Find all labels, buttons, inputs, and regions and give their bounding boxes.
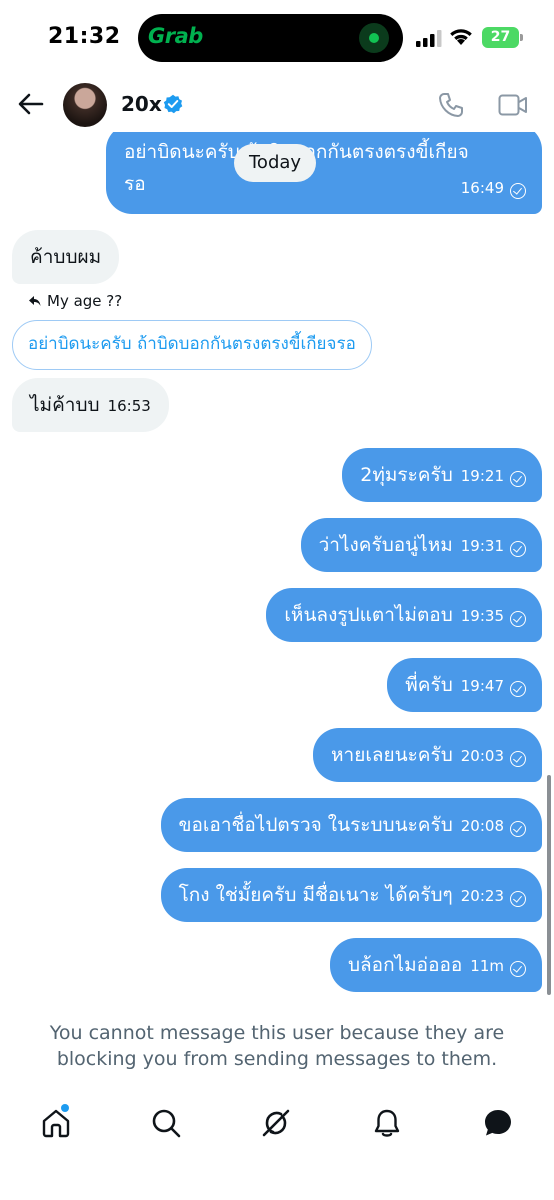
status-bar: 21:32 Grab 27 — [0, 0, 554, 76]
message-text: อย่าบิดนะครับ ถ้าบิดบอกกันตรงตรงขี้เกียจ — [124, 141, 469, 163]
message-meta: 20:08 — [461, 810, 526, 842]
date-separator: Today — [234, 144, 317, 182]
battery-level: 27 — [490, 29, 511, 45]
grab-logo: Grab — [148, 24, 203, 48]
message-meta: 19:35 — [461, 600, 526, 632]
message-bubble-outgoing[interactable]: เห็นลงรูปแตาไม่ตอบ 19:35 — [266, 588, 542, 642]
read-receipt-icon — [510, 751, 526, 767]
message-bubble-outgoing[interactable]: บล้อกไมอ่อออ 11m — [329, 938, 542, 992]
read-receipt-icon — [510, 821, 526, 837]
back-arrow-icon[interactable] — [18, 92, 44, 116]
message-meta: 16:53 — [108, 390, 151, 422]
message-bubble-outgoing[interactable]: หายเลยนะครับ 20:03 — [313, 728, 542, 782]
message-time: 11m — [470, 957, 504, 975]
message-bubble-outgoing[interactable]: พี่ครับ 19:47 — [387, 658, 542, 712]
message-time: 19:35 — [460, 607, 504, 625]
reply-label-text: My age ?? — [47, 292, 123, 310]
message-text: หายเลยนะครับ — [331, 744, 453, 766]
grok-icon[interactable] — [261, 1108, 291, 1138]
message-bubble-outgoing[interactable]: ว่าไงครับอนู่ไหม 19:31 — [300, 518, 542, 572]
message-bubble-outgoing[interactable]: ขอเอาชื่อไปตรวจ ในระบบนะครับ 20:08 — [160, 798, 542, 852]
message-text: ค้าบบผม — [30, 246, 102, 268]
message-meta: 20:23 — [461, 880, 526, 912]
verified-badge-icon — [163, 94, 183, 114]
read-receipt-icon — [510, 681, 526, 697]
message-meta: 20:03 — [461, 740, 526, 772]
message-bubble-outgoing[interactable]: 2ทุ่มระครับ 19:21 — [342, 448, 542, 502]
cellular-signal-icon — [416, 30, 442, 47]
quoted-message[interactable]: อย่าบิดนะครับ ถ้าบิดบอกกันตรงตรงขี้เกียจ… — [12, 320, 372, 370]
message-time: 16:53 — [107, 397, 151, 415]
message-thread[interactable]: อย่าบิดนะครับ ถ้าบิดบอกกันตรงตรงขี้เกียจ… — [0, 132, 554, 1012]
blocked-notice-line: You cannot message this user because the… — [49, 1022, 505, 1044]
message-text: ไม่ค้าบบ — [30, 394, 100, 416]
message-time: 19:21 — [460, 467, 504, 485]
message-meta: 19:21 — [461, 460, 526, 492]
home-icon[interactable] — [41, 1108, 71, 1138]
message-bubble-outgoing[interactable]: โกง ใช่มั้ยครับ มีชื่อเนาะ ได้ครับๆ 20:23 — [160, 868, 542, 922]
grab-activity-icon — [359, 23, 389, 53]
message-time: 20:03 — [460, 747, 504, 765]
avatar[interactable] — [63, 83, 107, 127]
home-notification-dot — [61, 1104, 69, 1112]
message-meta: 16:49 — [461, 172, 526, 204]
message-bubble-outgoing[interactable]: อย่าบิดนะครับ ถ้าบิดบอกกันตรงตรงขี้เกียจ… — [106, 132, 542, 214]
message-bubble-incoming[interactable]: ไม่ค้าบบ 16:53 — [12, 378, 169, 432]
message-time: 19:47 — [460, 677, 504, 695]
scrollbar[interactable] — [547, 775, 551, 995]
contact-name[interactable]: 20x — [121, 92, 162, 116]
read-receipt-icon — [510, 183, 526, 199]
read-receipt-icon — [510, 471, 526, 487]
phone-call-icon[interactable] — [438, 92, 464, 118]
message-text: พี่ครับ — [405, 674, 453, 696]
message-bubble-incoming[interactable]: ค้าบบผม — [12, 230, 120, 284]
message-text: โกง ใช่มั้ยครับ มีชื่อเนาะ ได้ครับๆ — [178, 884, 453, 906]
messages-icon[interactable] — [483, 1108, 513, 1138]
message-meta: 19:31 — [461, 530, 526, 562]
video-call-icon[interactable] — [498, 94, 528, 116]
reply-label: My age ?? — [28, 292, 122, 310]
bottom-navigation — [0, 1098, 554, 1158]
message-text: ว่าไงครับอนู่ไหม — [318, 534, 453, 556]
status-time: 21:32 — [48, 24, 121, 49]
reply-arrow-icon — [29, 296, 41, 306]
message-text: เห็นลงรูปแตาไม่ตอบ — [284, 604, 453, 626]
battery-indicator: 27 — [482, 27, 523, 48]
message-text: 2ทุ่มระครับ — [360, 464, 453, 486]
read-receipt-icon — [510, 611, 526, 627]
read-receipt-icon — [510, 961, 526, 977]
read-receipt-icon — [510, 541, 526, 557]
read-receipt-icon — [510, 891, 526, 907]
conversation-header: 20x — [0, 76, 554, 132]
message-time: 19:31 — [460, 537, 504, 555]
blocked-notice: You cannot message this user because the… — [0, 1020, 554, 1072]
blocked-notice-line: blocking you from sending messages to th… — [56, 1048, 498, 1070]
message-text: ขอเอาชื่อไปตรวจ ในระบบนะครับ — [178, 814, 453, 836]
message-meta: 19:47 — [461, 670, 526, 702]
dynamic-island: Grab — [138, 14, 403, 62]
message-time: 16:49 — [460, 179, 504, 197]
notifications-icon[interactable] — [373, 1108, 401, 1138]
message-time: 20:23 — [460, 887, 504, 905]
search-icon[interactable] — [151, 1108, 181, 1138]
message-meta: 11m — [470, 950, 526, 982]
message-time: 20:08 — [460, 817, 504, 835]
wifi-icon — [450, 29, 472, 45]
message-text: บล้อกไมอ่อออ — [347, 954, 463, 976]
